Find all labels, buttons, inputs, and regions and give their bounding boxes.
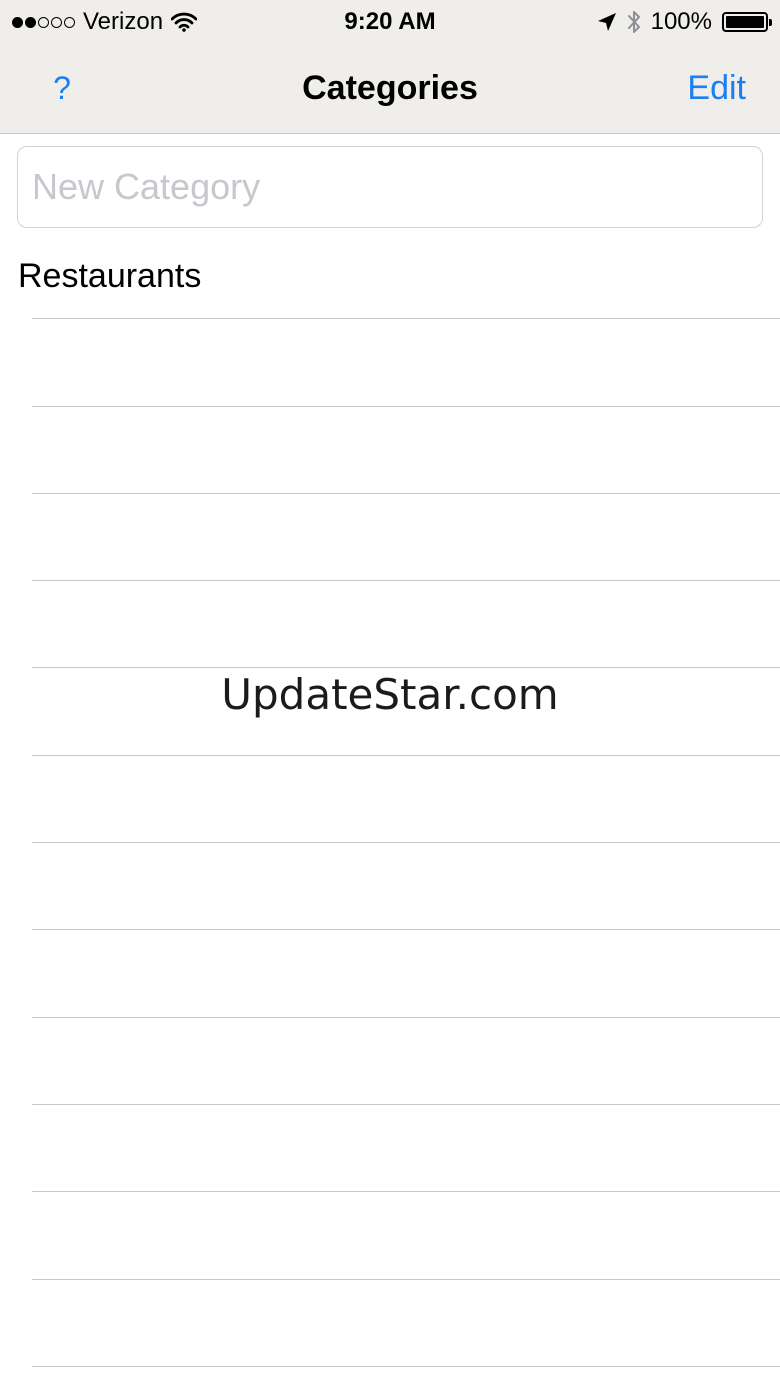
table-row[interactable] (0, 843, 780, 931)
table-row[interactable] (0, 1018, 780, 1105)
table-row[interactable] (0, 668, 780, 756)
battery-percent: 100% (650, 8, 712, 35)
table-row[interactable] (0, 1367, 780, 1387)
battery-level (726, 16, 764, 28)
table-row[interactable] (0, 1280, 780, 1367)
table-row[interactable] (0, 494, 780, 582)
status-bar: Verizon 9:20 AM 100% (0, 0, 780, 44)
battery-cap (769, 19, 772, 26)
table-row[interactable] (0, 1192, 780, 1280)
page-title: Categories (302, 69, 478, 107)
screen: Verizon 9:20 AM 100% ? Categories Edit N… (0, 0, 780, 1387)
table-row[interactable]: Restaurants (0, 232, 780, 320)
help-button[interactable]: ? (40, 44, 84, 132)
table-row[interactable] (0, 407, 780, 494)
status-right: 100% (597, 0, 772, 44)
bluetooth-icon (627, 9, 641, 35)
battery-icon (722, 12, 772, 32)
edit-button[interactable]: Edit (687, 44, 746, 132)
location-arrow-icon (597, 12, 617, 32)
table-row[interactable] (0, 1105, 780, 1193)
table-row[interactable] (0, 930, 780, 1018)
new-category-input[interactable] (17, 146, 763, 228)
table-row[interactable] (0, 756, 780, 844)
category-label: Restaurants (18, 257, 202, 295)
table-row[interactable] (0, 581, 780, 669)
table-row[interactable] (0, 319, 780, 407)
category-list: Restaurants (0, 232, 780, 1387)
navigation-bar: ? Categories Edit (0, 44, 780, 134)
